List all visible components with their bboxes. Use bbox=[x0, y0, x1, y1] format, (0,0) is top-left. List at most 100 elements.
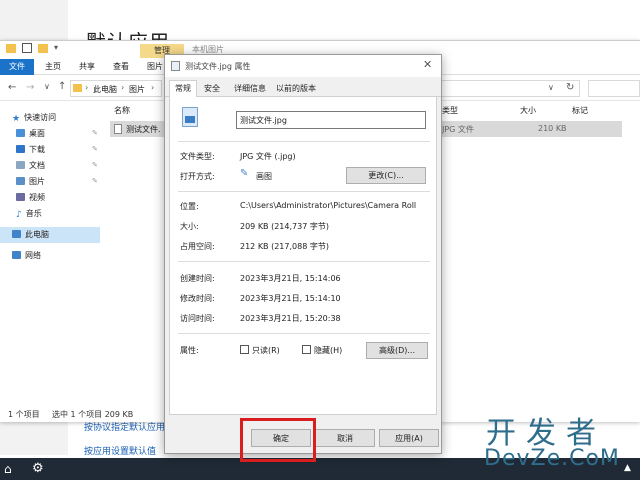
tab-view[interactable]: 查看 bbox=[106, 59, 136, 75]
cancel-button[interactable]: 取消 bbox=[315, 429, 375, 447]
nav-desktop[interactable]: 桌面 bbox=[16, 127, 45, 141]
link-default-by-app[interactable]: 按应用设置默认值 bbox=[84, 444, 156, 457]
apply-button[interactable]: 应用(A) bbox=[379, 429, 439, 447]
tab-security[interactable]: 安全 bbox=[199, 81, 225, 97]
file-type: JPG 文件 bbox=[442, 125, 474, 134]
dialog-titlebar: 测试文件.jpg 属性 ✕ bbox=[165, 55, 441, 77]
nav-label: 快速访问 bbox=[24, 113, 57, 122]
image-preview-icon bbox=[185, 116, 195, 123]
nav-network[interactable]: 网络 bbox=[12, 249, 41, 263]
divider bbox=[178, 191, 430, 192]
location-value: C:\Users\Administrator\Pictures\Camera R… bbox=[240, 201, 417, 210]
accessed-value: 2023年3月21日, 15:20:38 bbox=[240, 314, 341, 323]
tab-file[interactable]: 文件 bbox=[0, 59, 34, 75]
nav-label: 桌面 bbox=[29, 129, 45, 138]
nav-videos[interactable]: 视频 bbox=[16, 191, 45, 205]
modified-value: 2023年3月21日, 15:14:10 bbox=[240, 294, 341, 303]
nav-music[interactable]: ♪ 音乐 bbox=[16, 207, 42, 221]
recent-chevron-icon[interactable]: ∨ bbox=[44, 82, 50, 91]
pin-icon[interactable]: ✎ bbox=[92, 177, 98, 185]
divider bbox=[178, 141, 430, 142]
disk-size-value: 212 KB (217,088 字节) bbox=[240, 242, 329, 251]
address-bar-end[interactable]: ∨ ↻ bbox=[442, 80, 580, 97]
tab-share[interactable]: 共享 bbox=[72, 59, 102, 75]
hidden-checkbox[interactable]: 隐藏(H) bbox=[302, 345, 342, 356]
watermark-english: DevZe.CoM bbox=[484, 446, 620, 471]
properties-icon[interactable] bbox=[22, 43, 32, 53]
location-label: 位置: bbox=[180, 202, 199, 211]
computer-icon bbox=[12, 230, 21, 238]
selection-info: 选中 1 个项目 209 KB bbox=[52, 410, 134, 419]
forward-icon[interactable]: → bbox=[26, 82, 34, 93]
pin-icon[interactable]: ✎ bbox=[92, 145, 98, 153]
chevron-right-icon: › bbox=[85, 83, 89, 92]
tab-home[interactable]: 主页 bbox=[38, 59, 68, 75]
star-icon: ★ bbox=[12, 114, 21, 124]
picture-icon bbox=[16, 177, 25, 185]
pin-icon[interactable]: ✎ bbox=[92, 129, 98, 137]
divider bbox=[178, 261, 430, 262]
accessed-label: 访问时间: bbox=[180, 314, 215, 323]
image-file-icon bbox=[182, 107, 198, 127]
breadcrumb-pictures[interactable]: 图片 bbox=[129, 84, 145, 95]
column-size[interactable]: 大小 bbox=[520, 105, 536, 116]
new-folder-icon[interactable] bbox=[38, 44, 48, 53]
pin-icon[interactable]: ✎ bbox=[92, 161, 98, 169]
close-icon[interactable]: ✕ bbox=[423, 58, 432, 71]
divider bbox=[178, 333, 430, 334]
file-type-label: 文件类型: bbox=[180, 152, 215, 161]
back-icon[interactable]: ← bbox=[8, 82, 16, 93]
gear-icon[interactable]: ⚙ bbox=[32, 461, 44, 476]
address-bar[interactable]: › 此电脑 › 图片 › bbox=[70, 80, 162, 97]
nav-downloads[interactable]: 下载 bbox=[16, 143, 45, 157]
advanced-button[interactable]: 高级(D)... bbox=[366, 342, 428, 359]
size-value: 209 KB (214,737 字节) bbox=[240, 222, 329, 231]
filename-input[interactable] bbox=[236, 111, 426, 129]
column-name[interactable]: 名称 bbox=[114, 105, 130, 116]
breadcrumb-this-pc[interactable]: 此电脑 bbox=[93, 84, 117, 95]
tab-general[interactable]: 常规 bbox=[169, 80, 197, 98]
dialog-title: 测试文件.jpg 属性 bbox=[185, 62, 251, 71]
chevron-right-icon: › bbox=[151, 83, 155, 92]
file-size: 210 KB bbox=[538, 124, 567, 133]
video-icon bbox=[16, 193, 25, 201]
download-icon bbox=[16, 145, 25, 153]
readonly-label: 只读(R) bbox=[252, 346, 280, 355]
up-icon[interactable]: ↑ bbox=[58, 81, 66, 92]
file-name: 测试文件. bbox=[126, 125, 161, 134]
tray-icon[interactable]: ▲ bbox=[624, 463, 631, 473]
tab-previous-versions[interactable]: 以前的版本 bbox=[271, 81, 321, 97]
open-with-label: 打开方式: bbox=[180, 172, 215, 181]
modified-label: 修改时间: bbox=[180, 294, 215, 303]
image-file-icon bbox=[114, 124, 122, 134]
tab-details[interactable]: 详细信息 bbox=[229, 81, 271, 97]
change-button[interactable]: 更改(C)... bbox=[346, 167, 426, 184]
nav-quick-access[interactable]: ★ 快速访问 bbox=[12, 111, 56, 125]
nav-documents[interactable]: 文档 bbox=[16, 159, 45, 173]
nav-label: 文档 bbox=[29, 161, 45, 170]
nav-label: 下载 bbox=[29, 145, 45, 154]
checkbox-box bbox=[302, 345, 311, 354]
search-input[interactable] bbox=[588, 80, 640, 97]
nav-this-pc[interactable]: 此电脑 bbox=[12, 228, 49, 242]
item-count: 1 个项目 bbox=[8, 410, 40, 419]
network-icon bbox=[12, 251, 21, 259]
nav-label: 音乐 bbox=[25, 209, 42, 218]
highlight-box bbox=[240, 418, 316, 462]
nav-label: 图片 bbox=[29, 177, 45, 186]
created-value: 2023年3月21日, 15:14:06 bbox=[240, 274, 341, 283]
chevron-down-icon[interactable]: ▾ bbox=[54, 43, 58, 52]
file-type-value: JPG 文件 (.jpg) bbox=[240, 152, 296, 161]
paint-app-icon: ✎ bbox=[240, 168, 249, 179]
refresh-icon[interactable]: ↻ bbox=[566, 82, 574, 93]
attributes-label: 属性: bbox=[180, 346, 199, 355]
start-icon[interactable]: ⌂ bbox=[4, 462, 12, 476]
readonly-checkbox[interactable]: 只读(R) bbox=[240, 345, 280, 356]
column-type[interactable]: 类型 bbox=[442, 105, 458, 116]
column-tags[interactable]: 标记 bbox=[572, 105, 588, 116]
created-label: 创建时间: bbox=[180, 274, 215, 283]
document-icon bbox=[16, 161, 25, 169]
general-panel: 文件类型: JPG 文件 (.jpg) 打开方式: ✎ 画图 更改(C)... … bbox=[169, 97, 437, 415]
chevron-down-icon[interactable]: ∨ bbox=[548, 83, 554, 92]
nav-pictures[interactable]: 图片 bbox=[16, 175, 45, 189]
